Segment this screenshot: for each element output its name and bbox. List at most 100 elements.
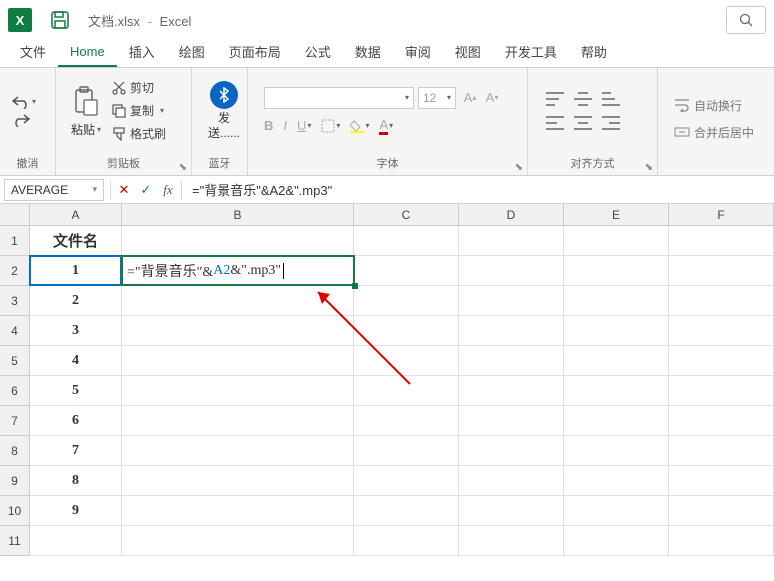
- menu-draw[interactable]: 绘图: [167, 38, 217, 67]
- cell-D1[interactable]: [459, 226, 564, 256]
- align-right-button[interactable]: [602, 116, 620, 130]
- send-label: 发送......: [208, 111, 240, 140]
- border-button[interactable]: ▾: [321, 119, 340, 133]
- menu-layout[interactable]: 页面布局: [217, 38, 293, 67]
- fill-color-button[interactable]: ▾: [350, 119, 369, 133]
- app-name: Excel: [160, 14, 192, 29]
- row-header-6[interactable]: 6: [0, 376, 30, 406]
- redo-button[interactable]: [12, 113, 36, 127]
- paste-button[interactable]: 粘贴▾: [64, 81, 108, 140]
- menu-view[interactable]: 视图: [443, 38, 493, 67]
- cell-B1[interactable]: [122, 226, 354, 256]
- cell-A4[interactable]: 3: [30, 316, 122, 346]
- cell-C1[interactable]: [354, 226, 459, 256]
- cell-F1[interactable]: [669, 226, 774, 256]
- clipboard-launcher[interactable]: ⬊: [179, 162, 187, 173]
- name-box[interactable]: AVERAGE ▾: [4, 179, 104, 201]
- ribbon: ▾ 撤消 粘贴▾ 剪切: [0, 68, 774, 176]
- align-top-button[interactable]: [546, 92, 564, 106]
- row-header-8[interactable]: 8: [0, 436, 30, 466]
- cell-A7[interactable]: 6: [30, 406, 122, 436]
- align-middle-button[interactable]: [574, 92, 592, 106]
- align-center-button[interactable]: [574, 116, 592, 130]
- column-headers: A B C D E F: [30, 204, 774, 226]
- row-header-11[interactable]: 11: [0, 526, 30, 556]
- excel-app-icon: X: [8, 8, 32, 32]
- row-header-4[interactable]: 4: [0, 316, 30, 346]
- copy-button[interactable]: 复制▾: [112, 102, 166, 119]
- menu-data[interactable]: 数据: [343, 38, 393, 67]
- cell-A3[interactable]: 2: [30, 286, 122, 316]
- copy-label: 复制: [130, 102, 154, 119]
- row-header-5[interactable]: 5: [0, 346, 30, 376]
- wrap-text-button[interactable]: 自动换行: [674, 97, 754, 114]
- cell-A1[interactable]: 文件名: [30, 226, 122, 256]
- title-bar: X 文档.xlsx - Excel: [0, 0, 774, 40]
- cell-A9[interactable]: 8: [30, 466, 122, 496]
- col-header-A[interactable]: A: [30, 204, 122, 226]
- align-group-label: 对齐方式: [571, 158, 615, 170]
- formula-bar: AVERAGE ▾ ✕ ✓ fx ="背景音乐"&A2&".mp3": [0, 176, 774, 204]
- cell-A10[interactable]: 9: [30, 496, 122, 526]
- edit-suffix: &".mp3": [230, 263, 281, 279]
- save-button[interactable]: [46, 6, 74, 34]
- grow-font-button[interactable]: A▴: [460, 88, 480, 108]
- fill-handle[interactable]: [352, 283, 358, 289]
- font-name-select[interactable]: ▾: [264, 87, 414, 109]
- menu-insert[interactable]: 插入: [117, 38, 167, 67]
- cell-editor-B2[interactable]: ="背景音乐"&A2&".mp3": [121, 255, 355, 286]
- cell-A2[interactable]: 1: [30, 256, 122, 286]
- search-button[interactable]: [726, 6, 766, 34]
- col-header-D[interactable]: D: [459, 204, 564, 226]
- col-header-E[interactable]: E: [564, 204, 669, 226]
- font-color-button[interactable]: A▾: [379, 117, 393, 135]
- menu-formulas[interactable]: 公式: [293, 38, 343, 67]
- bluetooth-group-label: 蓝牙: [192, 153, 247, 175]
- font-size-select[interactable]: 12▾: [418, 87, 456, 109]
- cell-A8[interactable]: 7: [30, 436, 122, 466]
- edit-ref: A2: [213, 263, 230, 279]
- menu-home[interactable]: Home: [58, 40, 117, 67]
- menu-file[interactable]: 文件: [8, 38, 58, 67]
- font-group-label: 字体: [377, 158, 399, 170]
- window-title: 文档.xlsx - Excel: [88, 11, 191, 30]
- underline-button[interactable]: U▾: [297, 118, 311, 133]
- font-launcher[interactable]: ⬊: [515, 162, 523, 173]
- formula-cancel-button[interactable]: ✕: [113, 179, 135, 201]
- wrap-text-label: 自动换行: [694, 97, 742, 114]
- col-header-F[interactable]: F: [669, 204, 774, 226]
- align-bottom-button[interactable]: [602, 92, 620, 106]
- cell-E1[interactable]: [564, 226, 669, 256]
- menu-help[interactable]: 帮助: [569, 38, 619, 67]
- formula-input[interactable]: ="背景音乐"&A2&".mp3": [184, 180, 774, 199]
- italic-button[interactable]: I: [283, 118, 287, 133]
- row-header-1[interactable]: 1: [0, 226, 30, 256]
- align-launcher[interactable]: ⬊: [645, 162, 653, 173]
- menu-review[interactable]: 审阅: [393, 38, 443, 67]
- col-header-C[interactable]: C: [354, 204, 459, 226]
- row-header-3[interactable]: 3: [0, 286, 30, 316]
- formula-confirm-button[interactable]: ✓: [135, 179, 157, 201]
- merge-center-button[interactable]: 合并后居中: [674, 124, 754, 141]
- undo-button[interactable]: ▾: [12, 95, 36, 109]
- edit-prefix: ="背景音乐"&: [127, 261, 213, 281]
- col-header-B[interactable]: B: [122, 204, 354, 226]
- ribbon-group-undo: ▾ 撤消: [0, 68, 56, 175]
- row-header-2[interactable]: 2: [0, 256, 30, 286]
- ribbon-group-wrap: 自动换行 合并后居中: [658, 68, 774, 175]
- insert-function-button[interactable]: fx: [157, 179, 179, 201]
- bluetooth-icon: [210, 81, 238, 109]
- shrink-font-button[interactable]: A▾: [482, 88, 502, 108]
- bold-button[interactable]: B: [264, 118, 273, 133]
- row-header-10[interactable]: 10: [0, 496, 30, 526]
- row-header-9[interactable]: 9: [0, 466, 30, 496]
- cell-A6[interactable]: 5: [30, 376, 122, 406]
- menu-dev[interactable]: 开发工具: [493, 38, 569, 67]
- align-left-button[interactable]: [546, 116, 564, 130]
- cell-A5[interactable]: 4: [30, 346, 122, 376]
- row-header-7[interactable]: 7: [0, 406, 30, 436]
- cut-button[interactable]: 剪切: [112, 79, 166, 96]
- select-all-corner[interactable]: [0, 204, 30, 226]
- bluetooth-send-button[interactable]: 发送......: [200, 79, 248, 142]
- format-painter-button[interactable]: 格式刷: [112, 125, 166, 142]
